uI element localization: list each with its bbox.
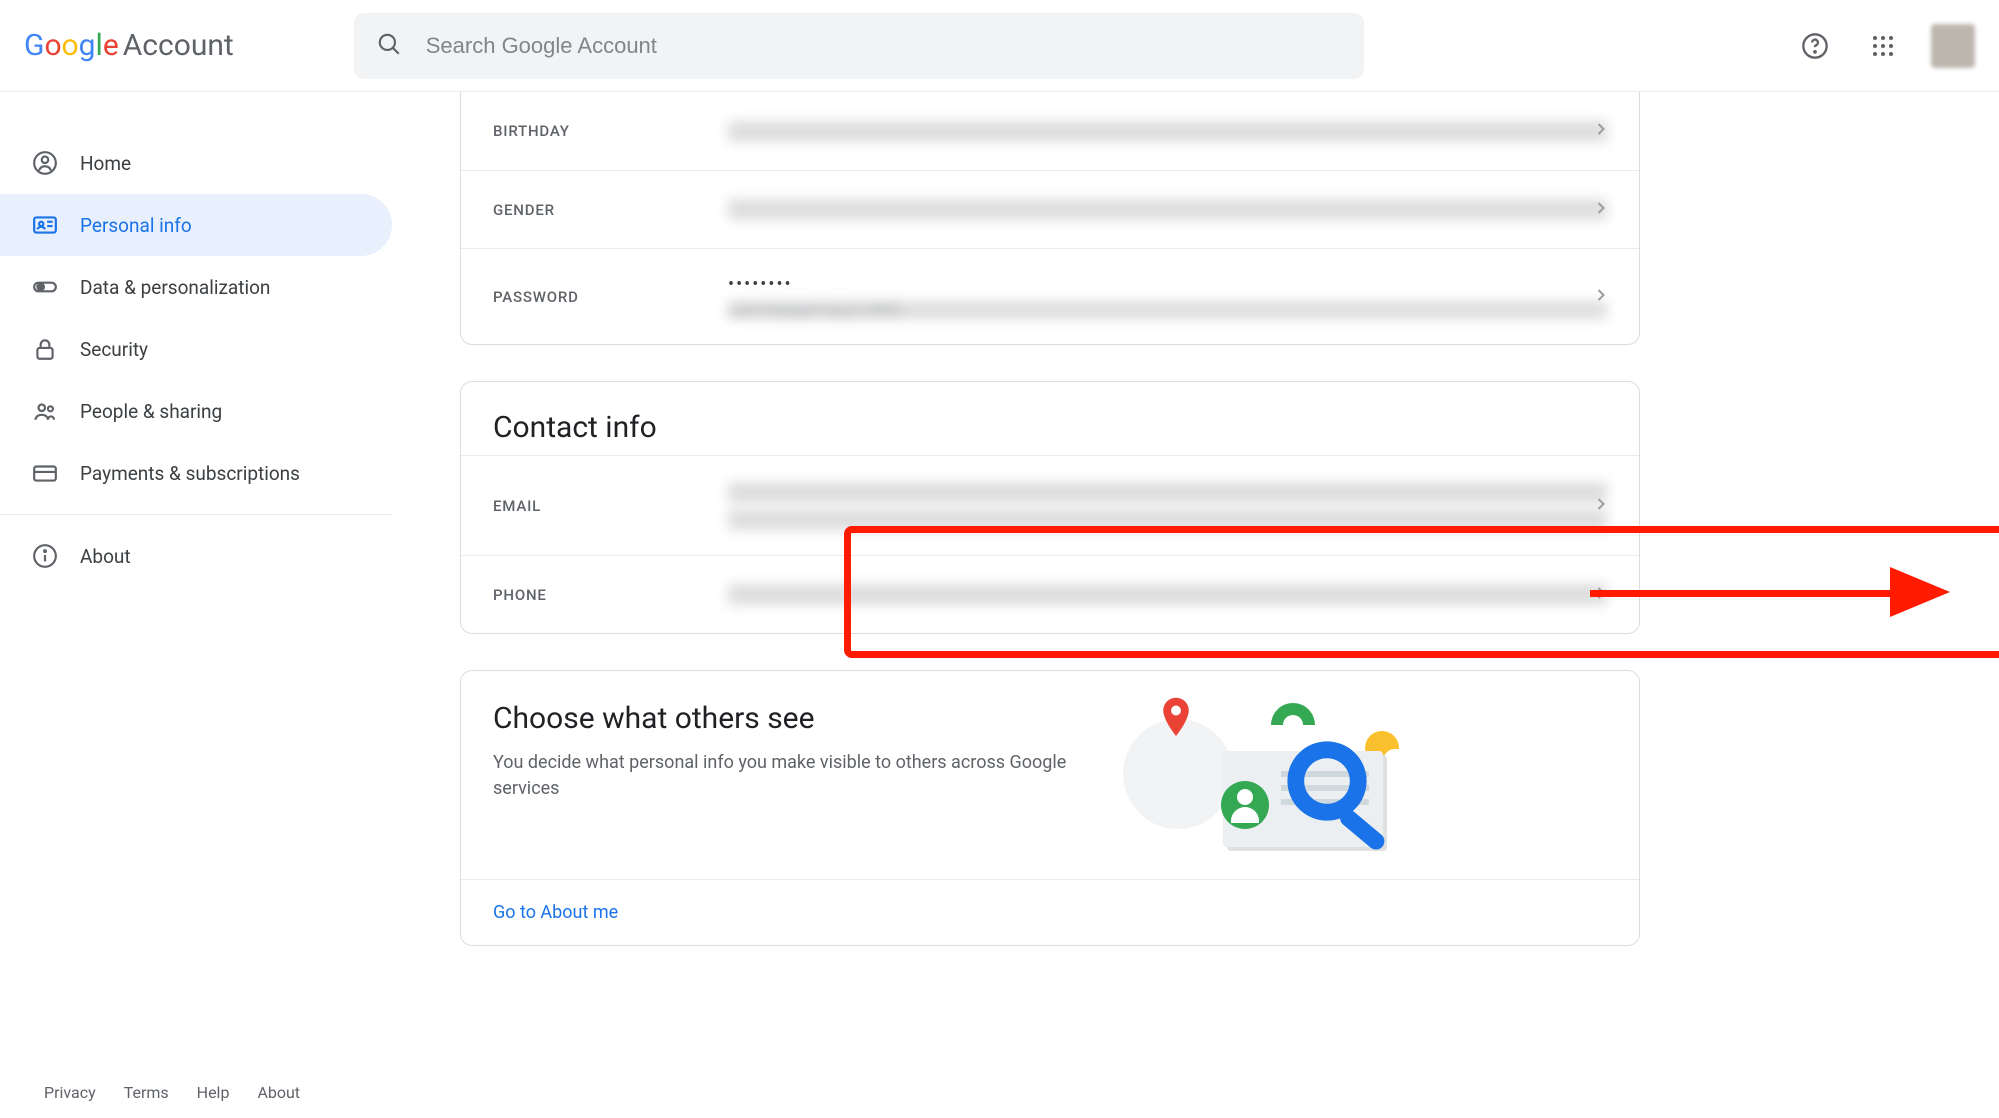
- footer-about[interactable]: About: [257, 1083, 300, 1102]
- toggle-icon: [32, 274, 58, 300]
- chevron-right-icon: [1591, 583, 1611, 607]
- sidebar-item-payments[interactable]: Payments & subscriptions: [0, 442, 392, 504]
- header: Google Account: [0, 0, 1999, 92]
- chevron-right-icon: [1591, 285, 1611, 309]
- email-value-2: example-alt@example.com: [728, 509, 1607, 530]
- row-phone[interactable]: PHONE +1 000 000 0000: [461, 555, 1639, 633]
- sidebar-item-label: Security: [80, 338, 148, 361]
- phone-label: PHONE: [493, 586, 728, 604]
- sidebar: Home Personal info Data & personalizatio…: [0, 92, 392, 1118]
- row-password[interactable]: PASSWORD •••••••• Last changed Aug 0, 00…: [461, 248, 1639, 344]
- sidebar-item-label: Home: [80, 152, 131, 175]
- annotation-arrow: [1590, 584, 1960, 602]
- footer-help[interactable]: Help: [197, 1083, 230, 1102]
- choose-illustration: [1113, 701, 1607, 851]
- choose-card: Choose what others see You decide what p…: [460, 670, 1640, 946]
- apps-icon[interactable]: [1863, 26, 1903, 66]
- sidebar-item-data[interactable]: Data & personalization: [0, 256, 392, 318]
- row-email[interactable]: EMAIL example@example.com example-alt@ex…: [461, 455, 1639, 555]
- email-value-1: example@example.com: [728, 482, 1607, 503]
- body: Home Personal info Data & personalizatio…: [0, 92, 1999, 1118]
- chevron-right-icon: [1591, 198, 1611, 222]
- search-bar[interactable]: [354, 13, 1364, 79]
- password-value: ••••••••: [728, 274, 1607, 295]
- help-icon[interactable]: [1795, 26, 1835, 66]
- people-icon: [32, 398, 58, 424]
- gender-value: Female: [728, 199, 1607, 220]
- sidebar-item-label: People & sharing: [80, 400, 222, 423]
- password-sub: Last changed Aug 0, 0000: [728, 301, 1607, 319]
- sidebar-item-label: Payments & subscriptions: [80, 462, 300, 485]
- sidebar-item-about[interactable]: About: [0, 525, 392, 587]
- choose-title: Choose what others see: [493, 701, 1073, 736]
- avatar[interactable]: [1931, 24, 1975, 68]
- card-icon: [32, 460, 58, 486]
- id-card-icon: [32, 212, 58, 238]
- info-icon: [32, 543, 58, 569]
- header-actions: [1795, 24, 1975, 68]
- gender-label: GENDER: [493, 201, 728, 219]
- contact-title: Contact info: [461, 382, 1639, 455]
- basic-info-card: BIRTHDAY August 00, 0000 GENDER Female P…: [460, 92, 1640, 345]
- choose-desc: You decide what personal info you make v…: [493, 750, 1073, 802]
- footer-privacy[interactable]: Privacy: [44, 1083, 96, 1102]
- logo[interactable]: Google Account: [24, 28, 234, 63]
- birthday-label: BIRTHDAY: [493, 122, 728, 140]
- contact-info-card: Contact info EMAIL example@example.com e…: [460, 381, 1640, 634]
- password-label: PASSWORD: [493, 288, 728, 306]
- search-icon: [376, 31, 402, 61]
- sidebar-item-people[interactable]: People & sharing: [0, 380, 392, 442]
- chevron-right-icon: [1591, 119, 1611, 143]
- choose-link-row: Go to About me: [461, 879, 1639, 945]
- footer-terms[interactable]: Terms: [124, 1083, 169, 1102]
- sidebar-item-security[interactable]: Security: [0, 318, 392, 380]
- logo-suffix: Account: [123, 28, 234, 63]
- sidebar-item-label: Data & personalization: [80, 276, 270, 299]
- sidebar-item-label: Personal info: [80, 214, 192, 237]
- about-me-link[interactable]: Go to About me: [493, 902, 618, 923]
- sidebar-item-home[interactable]: Home: [0, 132, 392, 194]
- row-gender[interactable]: GENDER Female: [461, 170, 1639, 248]
- birthday-value: August 00, 0000: [728, 121, 1607, 142]
- sidebar-divider: [0, 514, 392, 515]
- row-birthday[interactable]: BIRTHDAY August 00, 0000: [461, 92, 1639, 170]
- email-label: EMAIL: [493, 497, 728, 515]
- sidebar-item-label: About: [80, 545, 131, 568]
- search-input[interactable]: [426, 33, 1342, 59]
- sidebar-item-personal-info[interactable]: Personal info: [0, 194, 392, 256]
- footer: Privacy Terms Help About: [44, 1083, 300, 1102]
- lock-icon: [32, 336, 58, 362]
- main: BIRTHDAY August 00, 0000 GENDER Female P…: [392, 92, 1999, 1118]
- phone-value: +1 000 000 0000: [728, 584, 1607, 605]
- home-icon: [32, 150, 58, 176]
- chevron-right-icon: [1591, 494, 1611, 518]
